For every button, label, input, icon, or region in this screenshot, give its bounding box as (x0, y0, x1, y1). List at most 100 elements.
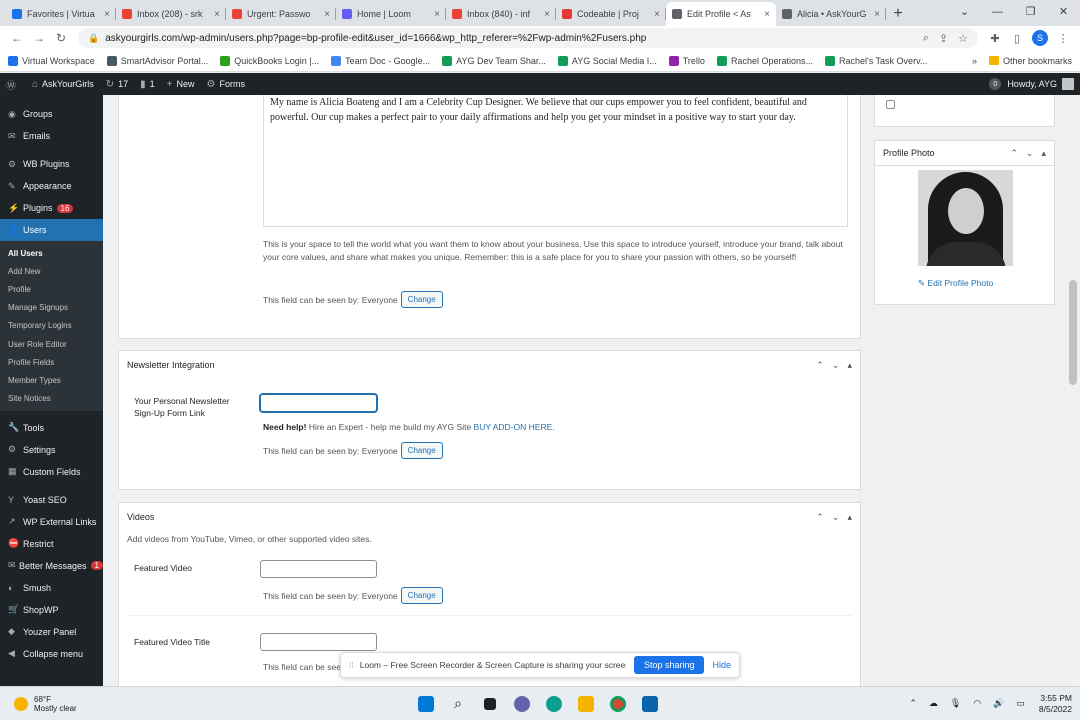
onedrive-icon[interactable]: ☁ (929, 698, 938, 709)
sidebar-item-better-messages[interactable]: ✉ Better Messages 1 (0, 555, 103, 577)
newsletter-link-input[interactable] (260, 394, 377, 412)
minimize-button[interactable]: — (981, 0, 1014, 24)
checkbox[interactable] (886, 100, 895, 109)
sidebar-item-plugins[interactable]: ⚡ Plugins 16 (0, 197, 103, 219)
sidebar-item-collapse-menu[interactable]: ◀ Collapse menu (0, 643, 103, 665)
toggle-panel-icon[interactable]: ▴ (847, 512, 852, 523)
edge-icon[interactable] (538, 689, 570, 719)
show-hidden-icons[interactable]: ⌃ (909, 698, 917, 709)
close-tab-icon[interactable]: × (214, 9, 220, 20)
toggle-panel-icon[interactable]: ▴ (847, 360, 852, 371)
sidebar-item-settings[interactable]: ⚙ Settings (0, 439, 103, 461)
submenu-item-manage-signups[interactable]: Manage Signups (0, 299, 103, 317)
forms-link[interactable]: ⚙ Forms (207, 79, 245, 90)
sidebar-item-users[interactable]: 👤 Users (0, 219, 103, 241)
other-bookmarks[interactable]: Other bookmarks (1003, 56, 1072, 66)
browser-tab[interactable]: Urgent: Passwo × (226, 2, 336, 26)
submenu-item-user-role-editor[interactable]: User Role Editor (0, 335, 103, 353)
submenu-item-profile-fields[interactable]: Profile Fields (0, 353, 103, 371)
submenu-item-add-new[interactable]: Add New (0, 262, 103, 280)
sidebar-item-smush[interactable]: ◐ Smush (0, 577, 103, 599)
wp-logo[interactable]: Ⓦ (6, 77, 20, 92)
bookmark-item[interactable]: QuickBooks Login |... (220, 55, 319, 66)
sidebar-item-tools[interactable]: 🔧 Tools (0, 417, 103, 439)
restore-button[interactable]: ❐ (1014, 0, 1047, 24)
submenu-item-site-notices[interactable]: Site Notices (0, 390, 103, 408)
more-bookmarks-icon[interactable]: » (972, 56, 977, 66)
browser-tab[interactable]: Favorites | Virtua × (6, 2, 116, 26)
move-up-icon[interactable]: ⌃ (816, 360, 824, 371)
task-view-icon[interactable] (474, 689, 506, 719)
sidebar-item-groups[interactable]: ◉ Groups (0, 103, 103, 125)
close-tab-icon[interactable]: × (874, 9, 880, 20)
bookmark-star-icon[interactable]: ☆ (958, 32, 968, 45)
move-down-icon[interactable]: ⌄ (832, 360, 840, 371)
tab-search-icon[interactable]: ⌄ (948, 0, 981, 24)
move-up-icon[interactable]: ⌃ (1010, 148, 1018, 159)
updates-link[interactable]: ↻ 17 (106, 79, 128, 90)
bookmark-item[interactable]: Rachel's Task Overv... (824, 55, 927, 66)
forward-icon[interactable]: → (28, 31, 50, 45)
close-tab-icon[interactable]: × (544, 9, 550, 20)
comments-link[interactable]: ▮ 1 (140, 79, 155, 90)
buy-addon-link[interactable]: BUY ADD-ON HERE (474, 422, 553, 432)
close-tab-icon[interactable]: × (654, 9, 660, 20)
scrollbar-thumb[interactable] (1069, 280, 1077, 385)
microphone-icon[interactable]: 🎙 (950, 698, 961, 709)
volume-icon[interactable]: 🔊 (993, 698, 1004, 709)
zoom-icon[interactable]: ⌕ (923, 32, 929, 45)
sidebar-item-appearance[interactable]: ✎ Appearance (0, 175, 103, 197)
outlook-icon[interactable] (634, 689, 666, 719)
browser-tab[interactable]: Codeable | Proj × (556, 2, 666, 26)
bookmark-item[interactable]: Virtual Workspace (8, 55, 95, 66)
weather-widget[interactable]: 68°F Mostly clear (0, 695, 140, 713)
browser-tab[interactable]: Alicia • AskYourG × (776, 2, 886, 26)
sidebar-item-wb-plugins[interactable]: ⚙ WB Plugins (0, 153, 103, 175)
featured-video-title-input[interactable] (260, 633, 377, 651)
file-explorer-icon[interactable] (570, 689, 602, 719)
reload-icon[interactable]: ↻ (50, 31, 72, 45)
browser-tab[interactable]: Home | Loom × (336, 2, 446, 26)
stop-sharing-button[interactable]: Stop sharing (633, 656, 705, 674)
search-icon[interactable]: ⌕ (442, 689, 474, 719)
new-tab-button[interactable]: + (886, 2, 910, 26)
featured-video-change-button[interactable]: Change (400, 587, 443, 604)
close-tab-icon[interactable]: × (764, 9, 770, 20)
sidebar-item-emails[interactable]: ✉ Emails (0, 125, 103, 147)
submenu-item-all-users[interactable]: All Users (0, 244, 103, 262)
move-down-icon[interactable]: ⌄ (1026, 148, 1034, 159)
close-tab-icon[interactable]: × (434, 9, 440, 20)
sidebar-item-yoast-seo[interactable]: Y Yoast SEO (0, 489, 103, 511)
chrome-icon[interactable] (602, 689, 634, 719)
bookmark-item[interactable]: Trello (668, 55, 705, 66)
featured-video-input[interactable] (260, 560, 377, 578)
sidebar-item-wp-external-links[interactable]: ↗ WP External Links (0, 511, 103, 533)
submenu-item-member-types[interactable]: Member Types (0, 371, 103, 389)
sidebar-item-restrict[interactable]: ⛔ Restrict (0, 533, 103, 555)
sidebar-item-youzer-panel[interactable]: ◆ Youzer Panel (0, 621, 103, 643)
browser-tab[interactable]: Inbox (208) - srk × (116, 2, 226, 26)
lock-icon[interactable]: 🔒 (88, 33, 99, 44)
clock[interactable]: 3:55 PM 8/5/2022 (1039, 693, 1072, 715)
profile-avatar[interactable]: S (1032, 30, 1048, 46)
browser-tab[interactable]: Inbox (840) - inf × (446, 2, 556, 26)
wifi-icon[interactable]: ◠ (973, 698, 981, 709)
bookmark-item[interactable]: SmartAdvisor Portal... (106, 55, 208, 66)
start-icon[interactable] (410, 689, 442, 719)
address-bar[interactable]: 🔒 askyourgirls.com/wp-admin/users.php?pa… (78, 28, 978, 48)
back-icon[interactable]: ← (6, 31, 28, 45)
submenu-item-temporary-logins[interactable]: Temporary Logins (0, 317, 103, 335)
user-avatar[interactable] (1062, 78, 1074, 90)
notifications-count[interactable]: 0 (989, 78, 1002, 90)
bookmark-item[interactable]: AYG Social Media I... (557, 55, 657, 66)
bookmark-item[interactable]: Team Doc - Google... (331, 55, 430, 66)
bookmark-item[interactable]: Rachel Operations... (716, 55, 813, 66)
move-down-icon[interactable]: ⌄ (832, 512, 840, 523)
extensions-icon[interactable]: ✚ (984, 32, 1006, 45)
page-scrollbar[interactable] (1066, 95, 1080, 686)
howdy-link[interactable]: Howdy, AYG (1007, 79, 1057, 89)
chat-icon[interactable] (506, 689, 538, 719)
menu-icon[interactable]: ⋮ (1052, 32, 1074, 45)
move-up-icon[interactable]: ⌃ (816, 512, 824, 523)
profile-photo-image[interactable] (918, 170, 1013, 266)
